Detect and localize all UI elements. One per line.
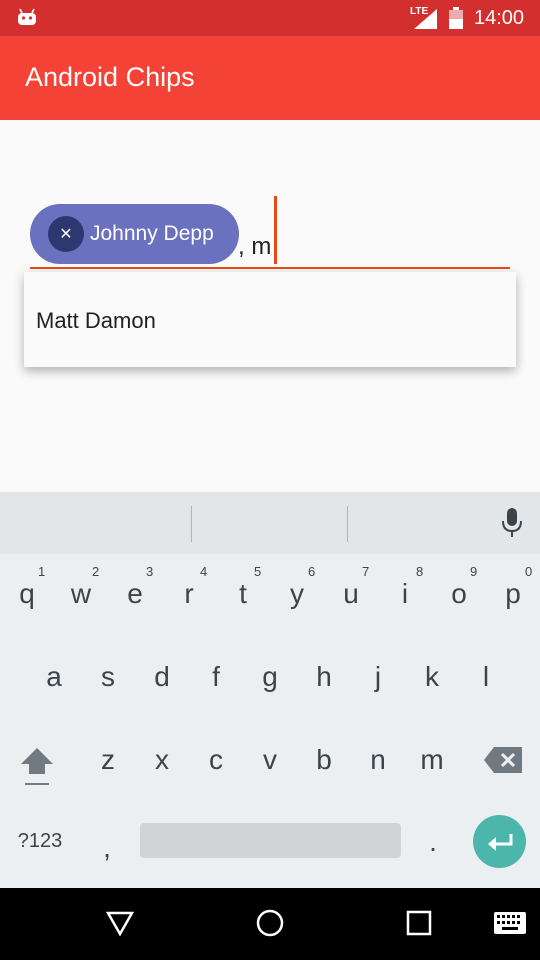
key-m[interactable]: m bbox=[405, 738, 459, 782]
key-c[interactable]: c bbox=[189, 738, 243, 782]
back-icon[interactable] bbox=[106, 910, 134, 936]
key-d[interactable]: d bbox=[135, 655, 189, 699]
key-k[interactable]: k bbox=[405, 655, 459, 699]
signal-icon bbox=[414, 9, 437, 29]
navigation-bar bbox=[0, 888, 540, 960]
enter-key[interactable] bbox=[473, 815, 526, 868]
home-icon[interactable] bbox=[255, 908, 285, 938]
key-x[interactable]: x bbox=[135, 738, 189, 782]
mic-icon[interactable] bbox=[500, 508, 524, 538]
key-w[interactable]: w bbox=[54, 572, 108, 616]
key-v[interactable]: v bbox=[243, 738, 297, 782]
status-bar: LTE 14:00 bbox=[0, 0, 540, 36]
app-title: Android Chips bbox=[25, 62, 195, 92]
backspace-key[interactable] bbox=[476, 738, 530, 782]
key-p[interactable]: p bbox=[486, 572, 540, 616]
key-u[interactable]: u bbox=[324, 572, 378, 616]
strip-divider bbox=[191, 506, 192, 542]
comma-key[interactable]: , bbox=[82, 827, 132, 869]
text-cursor bbox=[274, 196, 277, 264]
key-y[interactable]: y bbox=[270, 572, 324, 616]
key-s[interactable]: s bbox=[81, 655, 135, 699]
keyboard-switch-icon[interactable] bbox=[494, 912, 526, 934]
shift-icon bbox=[21, 748, 53, 785]
key-z[interactable]: z bbox=[81, 738, 135, 782]
key-b[interactable]: b bbox=[297, 738, 351, 782]
recents-icon[interactable] bbox=[406, 910, 432, 936]
suggestion-popup: Matt Damon bbox=[24, 272, 516, 367]
soft-keyboard: 1 2 3 4 5 6 7 8 9 0 q w e r t y u i o p … bbox=[0, 492, 540, 888]
key-q[interactable]: q bbox=[0, 572, 54, 616]
shift-key[interactable] bbox=[10, 738, 64, 794]
chip-label: Johnny Depp bbox=[90, 222, 214, 245]
period-key[interactable]: . bbox=[408, 821, 458, 863]
key-f[interactable]: f bbox=[189, 655, 243, 699]
keyboard-suggestion-strip bbox=[0, 492, 540, 554]
battery-icon bbox=[449, 7, 463, 29]
key-h[interactable]: h bbox=[297, 655, 351, 699]
key-o[interactable]: o bbox=[432, 572, 486, 616]
clock: 14:00 bbox=[474, 7, 525, 29]
symbols-key[interactable]: ?123 bbox=[4, 820, 76, 862]
chip-johnny-depp[interactable]: ✕ Johnny Depp bbox=[30, 204, 239, 264]
key-t[interactable]: t bbox=[216, 572, 270, 616]
input-underline bbox=[30, 267, 510, 269]
close-icon[interactable]: ✕ bbox=[48, 216, 84, 252]
strip-divider bbox=[347, 506, 348, 542]
key-r[interactable]: r bbox=[162, 572, 216, 616]
key-g[interactable]: g bbox=[243, 655, 297, 699]
key-e[interactable]: e bbox=[108, 572, 162, 616]
key-j[interactable]: j bbox=[351, 655, 405, 699]
typed-text[interactable]: , m bbox=[238, 233, 271, 261]
android-icon bbox=[18, 8, 36, 25]
space-bar[interactable] bbox=[140, 823, 401, 858]
key-l[interactable]: l bbox=[459, 655, 513, 699]
enter-icon bbox=[487, 833, 512, 851]
key-n[interactable]: n bbox=[351, 738, 405, 782]
suggestion-item[interactable]: Matt Damon bbox=[36, 308, 156, 334]
backspace-icon bbox=[484, 747, 522, 773]
app-bar: Android Chips bbox=[0, 36, 540, 120]
key-i[interactable]: i bbox=[378, 572, 432, 616]
key-a[interactable]: a bbox=[27, 655, 81, 699]
